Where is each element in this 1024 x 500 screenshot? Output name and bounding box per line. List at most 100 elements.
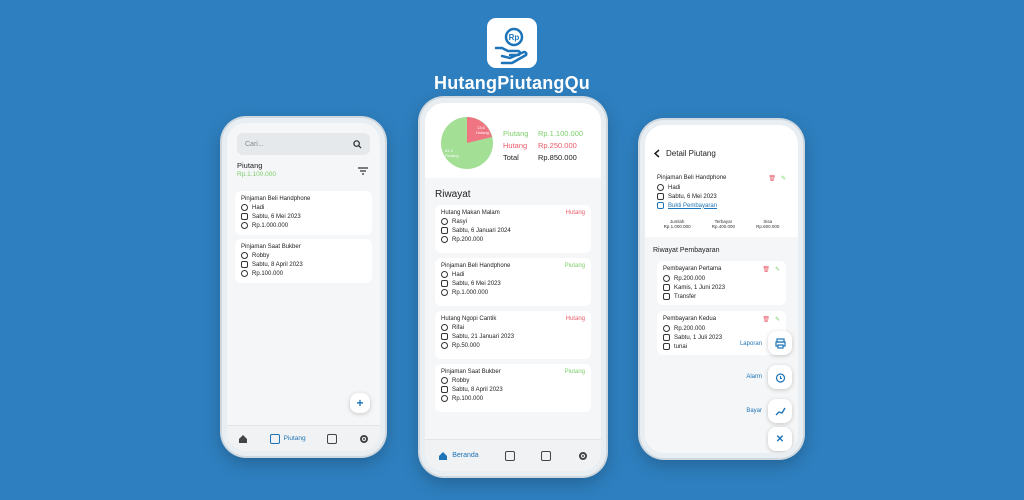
payment-item[interactable]: Pembayaran Kedua 🗑 ✎ Rp.200.000 Sabtu, 1 J…: [657, 311, 786, 355]
person-icon: [441, 218, 448, 225]
edit-icon[interactable]: ✎: [781, 175, 786, 182]
pie-red-label: Hutang: [476, 130, 489, 135]
page-title: Detail Piutang: [666, 149, 716, 158]
receipt-icon: [657, 202, 664, 209]
nav-beranda-label: Beranda: [452, 452, 479, 459]
stat-jumlah: Jumlah Rp.1.000.000: [663, 219, 691, 229]
money-icon: [241, 222, 248, 229]
filter-icon[interactable]: [358, 167, 368, 175]
settings-icon[interactable]: [359, 434, 369, 444]
app-name: HutangPiutangQu: [434, 73, 590, 93]
fab-bayar-label: Bayar: [746, 408, 762, 414]
money-icon: [241, 270, 248, 277]
hand-money-icon: [663, 293, 670, 300]
search-input[interactable]: Cari...: [245, 141, 264, 148]
list-item[interactable]: Pinjaman Saat Bukber Piutang Robby Sabtu,…: [435, 364, 591, 412]
summary-list: Piutang Rp.1.100.000 Hutang Rp.250.000 Tot…: [503, 128, 583, 164]
edit-icon[interactable]: ✎: [775, 316, 780, 323]
item-title: Hutang Ngopi Cantik: [441, 316, 497, 322]
hand-money-icon: [663, 343, 670, 350]
list-item[interactable]: Hutang Ngopi Cantik Hutang Rifai Sabtu, 2…: [435, 311, 591, 359]
summary-value: Rp.850.000: [538, 153, 577, 162]
summary-value: Rp.1.100.000: [538, 129, 584, 138]
money-icon: [441, 395, 448, 402]
bottom-nav: Beranda: [425, 439, 601, 471]
section-total: Rp.1.100.000: [237, 171, 277, 178]
fab-alarm-label: Alarm: [746, 374, 762, 380]
payment-method: tunai: [674, 343, 688, 350]
item-date: Sabtu, 6 Mei 2023: [252, 213, 301, 220]
hutang-icon[interactable]: [541, 450, 552, 461]
detail-person: Hadi: [668, 184, 681, 191]
payment-title: Pembayaran Kedua: [663, 316, 717, 322]
item-title: Hutang Makan Malam: [441, 210, 500, 216]
calendar-icon: [657, 193, 664, 200]
pay-icon: [775, 407, 786, 415]
calendar-icon: [441, 280, 448, 287]
list-item[interactable]: Pinjaman Beli Handphone Hadi Sabtu, 6 Me…: [235, 191, 372, 235]
stat-terbayar: Terbayar Rp.400.000: [711, 219, 735, 229]
person-icon: [241, 204, 248, 211]
close-button[interactable]: ✕: [768, 427, 792, 451]
item-title: Pinjaman Saat Bukber: [441, 369, 501, 375]
delete-icon[interactable]: 🗑: [762, 266, 770, 273]
item-person: Robby: [452, 377, 470, 384]
money-icon: [441, 236, 448, 243]
delete-icon[interactable]: 🗑: [762, 316, 770, 323]
money-icon: [663, 325, 670, 332]
person-icon: [441, 324, 448, 331]
detail-date: Sabtu, 6 Mei 2023: [668, 193, 717, 200]
nav-beranda[interactable]: Beranda: [438, 451, 479, 461]
summary-label: Hutang: [503, 141, 528, 150]
stat-sisa: Sisa Rp.600.000: [756, 219, 780, 229]
nav-piutang[interactable]: Piutang: [269, 433, 306, 444]
item-person: Robby: [252, 252, 270, 259]
edit-icon[interactable]: ✎: [775, 266, 780, 273]
payment-item[interactable]: Pembayaran Pertama 🗑 ✎ Rp.200.000 Kamis, 1…: [657, 261, 786, 305]
item-person: Rifai: [452, 324, 465, 331]
item-date: Sabtu, 21 Januari 2023: [452, 333, 515, 340]
item-amount: Rp.1.000.000: [452, 289, 489, 296]
hutang-icon[interactable]: [327, 433, 338, 444]
home-icon[interactable]: [238, 434, 248, 444]
home-icon: [439, 451, 448, 460]
item-date: Sabtu, 8 April 2023: [252, 261, 303, 268]
item-date: Sabtu, 6 Januari 2024: [452, 227, 511, 234]
item-amount: Rp.100.000: [452, 395, 484, 402]
pay-button[interactable]: [768, 399, 792, 423]
back-arrow-icon[interactable]: [653, 149, 660, 158]
section-title: Riwayat Pembayaran: [653, 247, 720, 254]
settings-icon[interactable]: [578, 451, 588, 461]
payment-amount: Rp.200.000: [674, 275, 706, 282]
print-button[interactable]: [768, 331, 792, 355]
list-item[interactable]: Pinjaman Beli Handphone Piutang Hadi Sabt…: [435, 258, 591, 306]
payment-amount: Rp.200.000: [674, 325, 706, 332]
search-bar[interactable]: Cari...: [237, 133, 370, 155]
item-person: Hadi: [252, 204, 265, 211]
list-item[interactable]: Hutang Makan Malam Hutang Rasyi Sabtu, 6 …: [435, 205, 591, 253]
money-icon: [441, 289, 448, 296]
item-tag: Hutang: [565, 316, 585, 322]
bottom-nav: Piutang: [227, 425, 380, 451]
piutang-icon[interactable]: [505, 450, 516, 461]
calendar-icon: [441, 386, 448, 393]
calendar-icon: [241, 213, 248, 220]
item-date: Sabtu, 8 April 2023: [452, 386, 503, 393]
pie-green-label: Piutang: [445, 153, 459, 158]
delete-icon[interactable]: 🗑: [768, 175, 776, 182]
alarm-button[interactable]: [768, 365, 792, 389]
person-icon: [657, 184, 664, 191]
proof-link[interactable]: Bukti Pembayaran: [668, 203, 717, 209]
summary-value: Rp.250.000: [538, 141, 577, 150]
add-button[interactable]: +: [350, 393, 370, 413]
list-item[interactable]: Pinjaman Saat Bukber Robby Sabtu, 8 Apri…: [235, 239, 372, 283]
detail-card: Detail Piutang Pinjaman Beli Handphone 🗑…: [645, 125, 798, 237]
item-title: Pinjaman Saat Bukber: [241, 244, 301, 250]
item-amount: Rp.1.000.000: [252, 222, 289, 229]
phone-beranda: 13,6 Hutang 81,3 Piutang Piutang Rp.1.100…: [420, 98, 606, 476]
person-icon: [441, 377, 448, 384]
calendar-icon: [441, 333, 448, 340]
money-icon: [663, 275, 670, 282]
payment-title: Pembayaran Pertama: [663, 266, 722, 272]
search-icon[interactable]: [353, 139, 362, 149]
